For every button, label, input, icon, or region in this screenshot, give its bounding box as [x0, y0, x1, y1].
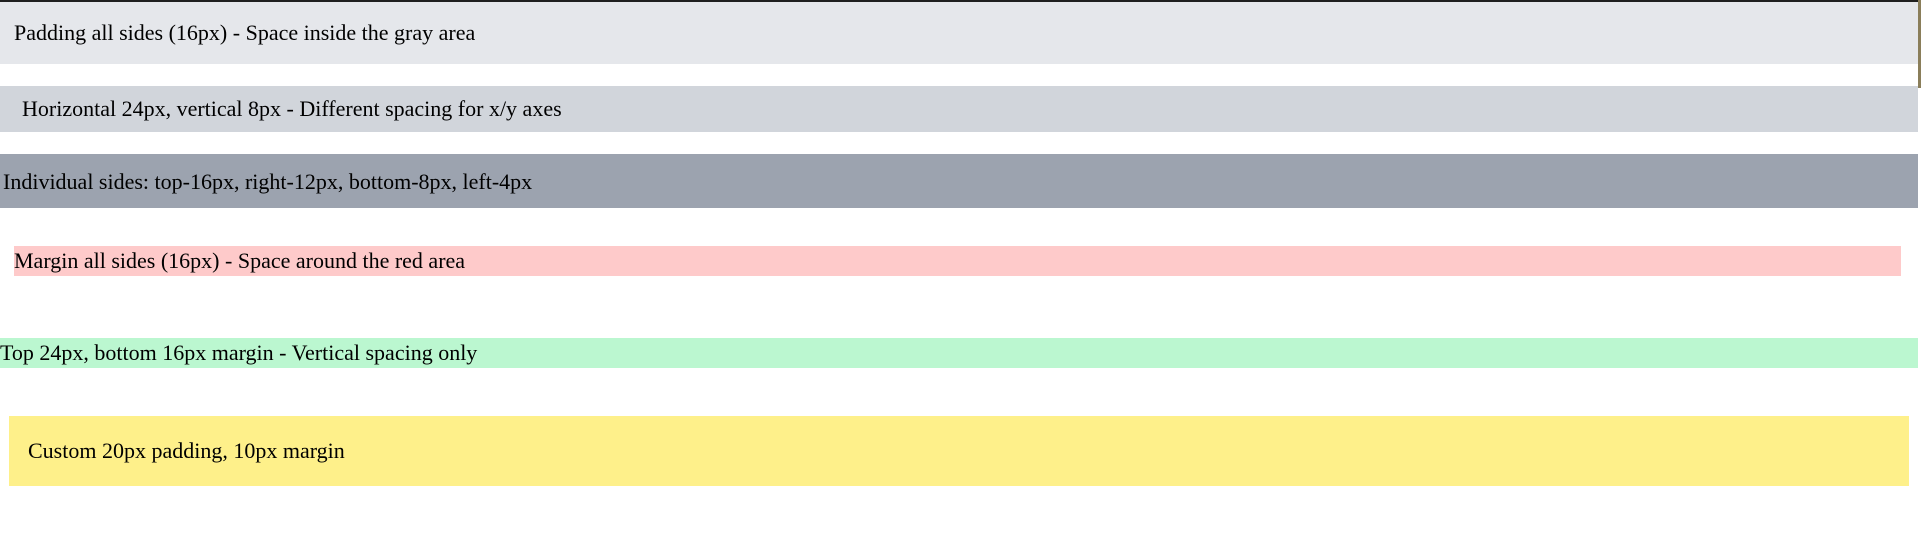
margin-all-box: Margin all sides (16px) - Space around t… — [14, 246, 1901, 276]
padding-xy-box: Horizontal 24px, vertical 8px - Differen… — [0, 86, 1918, 132]
custom-spacing-text: Custom 20px padding, 10px margin — [28, 438, 345, 463]
padding-all-text: Padding all sides (16px) - Space inside … — [14, 20, 476, 45]
margin-vertical-text: Top 24px, bottom 16px margin - Vertical … — [0, 340, 478, 365]
spacing-demo-page: Padding all sides (16px) - Space inside … — [0, 0, 1921, 542]
custom-spacing-box: Custom 20px padding, 10px margin — [9, 416, 1909, 486]
padding-xy-text: Horizontal 24px, vertical 8px - Differen… — [22, 96, 562, 121]
padding-all-box: Padding all sides (16px) - Space inside … — [0, 2, 1918, 64]
margin-vertical-box: Top 24px, bottom 16px margin - Vertical … — [0, 338, 1918, 368]
padding-individual-text: Individual sides: top-16px, right-12px, … — [3, 169, 533, 194]
margin-all-text: Margin all sides (16px) - Space around t… — [14, 248, 466, 273]
padding-individual-box: Individual sides: top-16px, right-12px, … — [0, 154, 1918, 208]
